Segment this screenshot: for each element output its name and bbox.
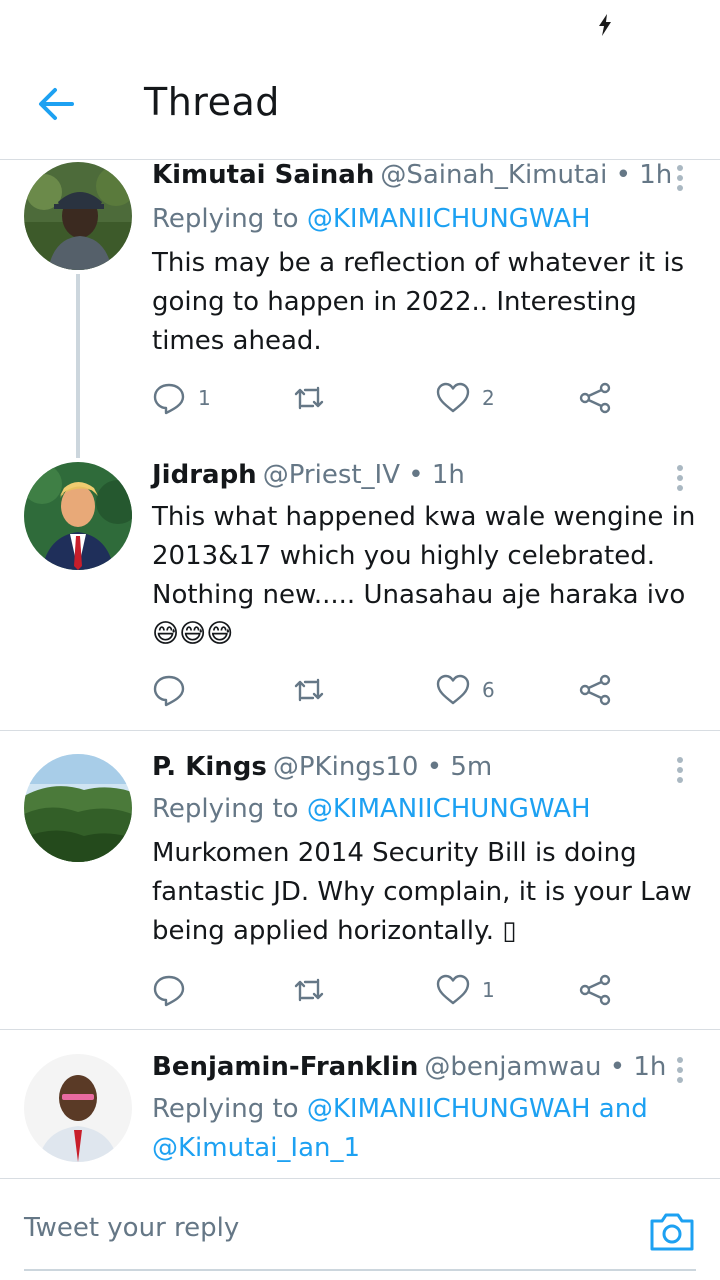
- replying-to-label: Replying to: [152, 794, 307, 824]
- reply-icon: [153, 975, 185, 1007]
- reply-icon: [153, 675, 185, 707]
- retweet-button[interactable]: [292, 378, 338, 418]
- reply-icon: [153, 383, 185, 415]
- more-options-icon[interactable]: [670, 462, 690, 498]
- tweet-timestamp: • 1h: [408, 460, 465, 490]
- replying-to-label: Replying to: [152, 1094, 307, 1124]
- tweet-timestamp: • 1h: [609, 1052, 667, 1082]
- replying-to: Replying to @KIMANIICHUNGWAH: [152, 790, 680, 829]
- tweet-actions: 6: [152, 670, 632, 710]
- share-icon: [579, 674, 611, 706]
- share-icon: [579, 382, 611, 414]
- heart-icon: [436, 674, 470, 705]
- replying-to: Replying to @KIMANIICHUNGWAH and @Kimutai…: [152, 1090, 680, 1168]
- tweet-divider: [0, 1029, 720, 1030]
- author-handle[interactable]: @PKings10: [273, 752, 419, 782]
- tweet-text: Murkomen 2014 Security Bill is doing fan…: [152, 838, 692, 946]
- retweet-button[interactable]: [292, 670, 338, 710]
- mention-link[interactable]: @KIMANIICHUNGWAH: [307, 1094, 591, 1124]
- reply-count: 1: [198, 386, 211, 410]
- reply-input[interactable]: Tweet your reply: [24, 1213, 239, 1243]
- reply-button[interactable]: [152, 670, 198, 710]
- tweet-actions: 1: [152, 970, 632, 1010]
- replying-to: Replying to @KIMANIICHUNGWAH: [152, 200, 680, 239]
- replying-to-and: and: [590, 1094, 648, 1124]
- avatar[interactable]: [24, 1054, 132, 1162]
- like-count: 1: [482, 978, 495, 1002]
- tweet-header: Kimutai Sainah @Sainah_Kimutai • 1h: [152, 160, 672, 196]
- share-button[interactable]: [578, 670, 612, 710]
- tweet-divider: [0, 730, 720, 731]
- like-button[interactable]: 6: [436, 670, 495, 710]
- author-name[interactable]: Kimutai Sainah: [152, 160, 374, 190]
- author-handle[interactable]: @benjamwau: [424, 1052, 601, 1082]
- reply-input-underline: [24, 1269, 696, 1271]
- charging-bolt-icon: [599, 14, 611, 36]
- tweet[interactable]: Kimutai Sainah @Sainah_Kimutai • 1h Reply…: [0, 160, 720, 446]
- like-button[interactable]: 1: [436, 970, 495, 1010]
- author-name[interactable]: Benjamin-Franklin: [152, 1052, 418, 1082]
- more-options-icon[interactable]: [670, 1054, 690, 1090]
- retweet-icon: [294, 678, 324, 702]
- tweet-header: Jidraph @Priest_IV • 1h: [152, 460, 666, 496]
- avatar[interactable]: [24, 462, 132, 570]
- tweet[interactable]: Benjamin-Franklin @benjamwau • 1h Replyin…: [0, 1052, 720, 1178]
- tweet[interactable]: P. Kings @PKings10 • 5m Replying to @KIMA…: [0, 752, 720, 1028]
- heart-icon: [436, 974, 470, 1005]
- avatar[interactable]: [24, 754, 132, 862]
- tweet-text: This what happened kwa wale wengine in 2…: [152, 502, 696, 649]
- share-button[interactable]: [578, 970, 612, 1010]
- retweet-icon: [294, 978, 324, 1002]
- author-handle[interactable]: @Sainah_Kimutai: [380, 160, 607, 190]
- camera-icon[interactable]: [648, 1209, 696, 1253]
- reply-button[interactable]: [152, 970, 198, 1010]
- retweet-icon: [294, 386, 324, 410]
- tweet-timestamp: • 1h: [615, 160, 673, 190]
- share-icon: [579, 974, 611, 1006]
- like-count: 6: [482, 678, 495, 702]
- tweet-header: Benjamin-Franklin @benjamwau • 1h: [152, 1052, 666, 1088]
- replying-to-label: Replying to: [152, 204, 307, 234]
- retweet-button[interactable]: [292, 970, 338, 1010]
- author-name[interactable]: P. Kings: [152, 752, 267, 782]
- mention-link[interactable]: @Kimutai_Ian_1: [152, 1133, 360, 1163]
- more-options-icon[interactable]: [670, 162, 690, 198]
- arrow-left-icon[interactable]: [36, 86, 76, 122]
- author-handle[interactable]: @Priest_IV: [263, 460, 400, 490]
- app-header: Thread: [0, 50, 720, 160]
- heart-icon: [436, 382, 470, 413]
- tweet-header: P. Kings @PKings10 • 5m: [152, 752, 666, 788]
- author-name[interactable]: Jidraph: [152, 460, 257, 490]
- mention-link[interactable]: @KIMANIICHUNGWAH: [307, 794, 591, 824]
- mention-link[interactable]: @KIMANIICHUNGWAH: [307, 204, 591, 234]
- more-options-icon[interactable]: [670, 754, 690, 790]
- tweet-actions: 1 2: [152, 378, 632, 418]
- reply-composer: Tweet your reply: [0, 1178, 720, 1280]
- page-title: Thread: [144, 80, 280, 124]
- status-bar: [0, 0, 720, 50]
- avatar[interactable]: [24, 162, 132, 270]
- tweet-text: This may be a reflection of whatever it …: [152, 248, 685, 356]
- tweet-timestamp: • 5m: [426, 752, 493, 782]
- like-button[interactable]: 2: [436, 378, 495, 418]
- share-button[interactable]: [578, 378, 612, 418]
- reply-button[interactable]: 1: [152, 378, 211, 418]
- like-count: 2: [482, 386, 495, 410]
- tweet[interactable]: Jidraph @Priest_IV • 1h This what happene…: [0, 460, 720, 728]
